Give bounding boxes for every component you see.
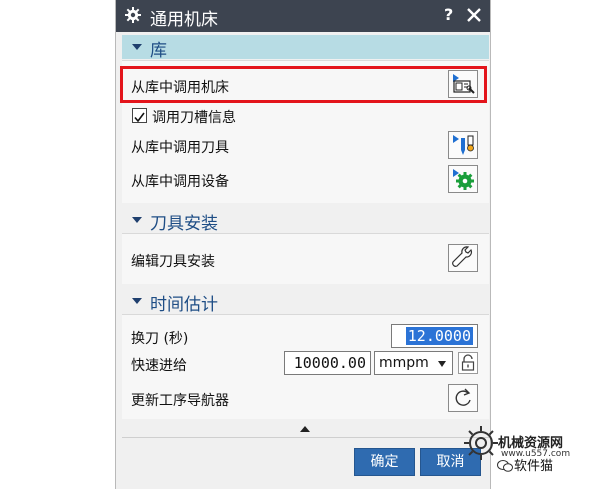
tool-mount-panel: 编辑刀具安装 xyxy=(122,233,489,284)
section-title-time-estimate: 时间估计 xyxy=(150,295,218,315)
device-library-icon xyxy=(453,169,474,190)
section-title-tool-mount: 刀具安装 xyxy=(150,214,218,234)
update-navigator-label: 更新工序导航器 xyxy=(131,393,229,409)
title-bar[interactable]: 通用机床 ? xyxy=(116,0,490,32)
rapid-feed-unit-value: mmpm xyxy=(379,355,429,371)
rapid-feed-label: 快速进给 xyxy=(131,358,187,374)
edit-tool-mount-label: 编辑刀具安装 xyxy=(131,254,215,270)
gear-logo-icon xyxy=(461,421,501,465)
wrench-icon xyxy=(452,246,473,267)
highlight-box xyxy=(120,66,487,103)
refresh-icon xyxy=(455,388,471,406)
collapse-expander[interactable] xyxy=(122,422,489,436)
section-header-time-estimate[interactable]: 时间估计 xyxy=(122,289,489,315)
call-slot-info-checkbox[interactable] xyxy=(132,108,147,123)
collapse-triangle-icon xyxy=(132,298,142,304)
rapid-feed-unit-select[interactable]: mmpm xyxy=(374,351,453,375)
ok-button[interactable]: 确定 xyxy=(354,448,415,476)
call-tool-label: 从库中调用刀具 xyxy=(131,140,229,156)
call-tool-button[interactable] xyxy=(448,131,478,159)
tool-change-input[interactable]: 12.0000 xyxy=(391,324,478,348)
collapse-triangle-icon xyxy=(132,44,142,50)
call-device-button[interactable] xyxy=(448,165,478,193)
section-header-library[interactable]: 库 xyxy=(122,35,489,61)
edit-tool-mount-button[interactable] xyxy=(448,244,478,272)
lock-icon xyxy=(461,354,475,371)
collapse-triangle-icon xyxy=(132,217,142,223)
section-title-library: 库 xyxy=(150,41,167,61)
dialog-title: 通用机床 xyxy=(150,10,218,30)
footer-divider xyxy=(122,437,489,438)
wechat-icon xyxy=(497,457,513,472)
tool-library-icon xyxy=(453,135,474,155)
lock-button[interactable] xyxy=(458,352,478,374)
chevron-up-icon[interactable] xyxy=(300,426,310,432)
time-estimate-panel: 换刀 (秒) 12.0000 快速进给 10000.00 mmpm 更新工序导航… xyxy=(122,314,489,419)
update-navigator-button[interactable] xyxy=(448,384,478,412)
tool-change-label: 换刀 (秒) xyxy=(131,331,189,347)
help-button[interactable]: ? xyxy=(444,5,453,24)
chevron-down-icon xyxy=(438,361,446,367)
rapid-feed-input[interactable]: 10000.00 xyxy=(284,351,371,375)
call-device-label: 从库中调用设备 xyxy=(131,174,229,190)
watermark-author: 软件猫 xyxy=(514,459,554,474)
close-icon[interactable] xyxy=(466,7,482,23)
section-header-tool-mount[interactable]: 刀具安装 xyxy=(122,208,489,234)
call-slot-info-label: 调用刀槽信息 xyxy=(152,110,236,126)
gear-icon xyxy=(124,6,142,24)
